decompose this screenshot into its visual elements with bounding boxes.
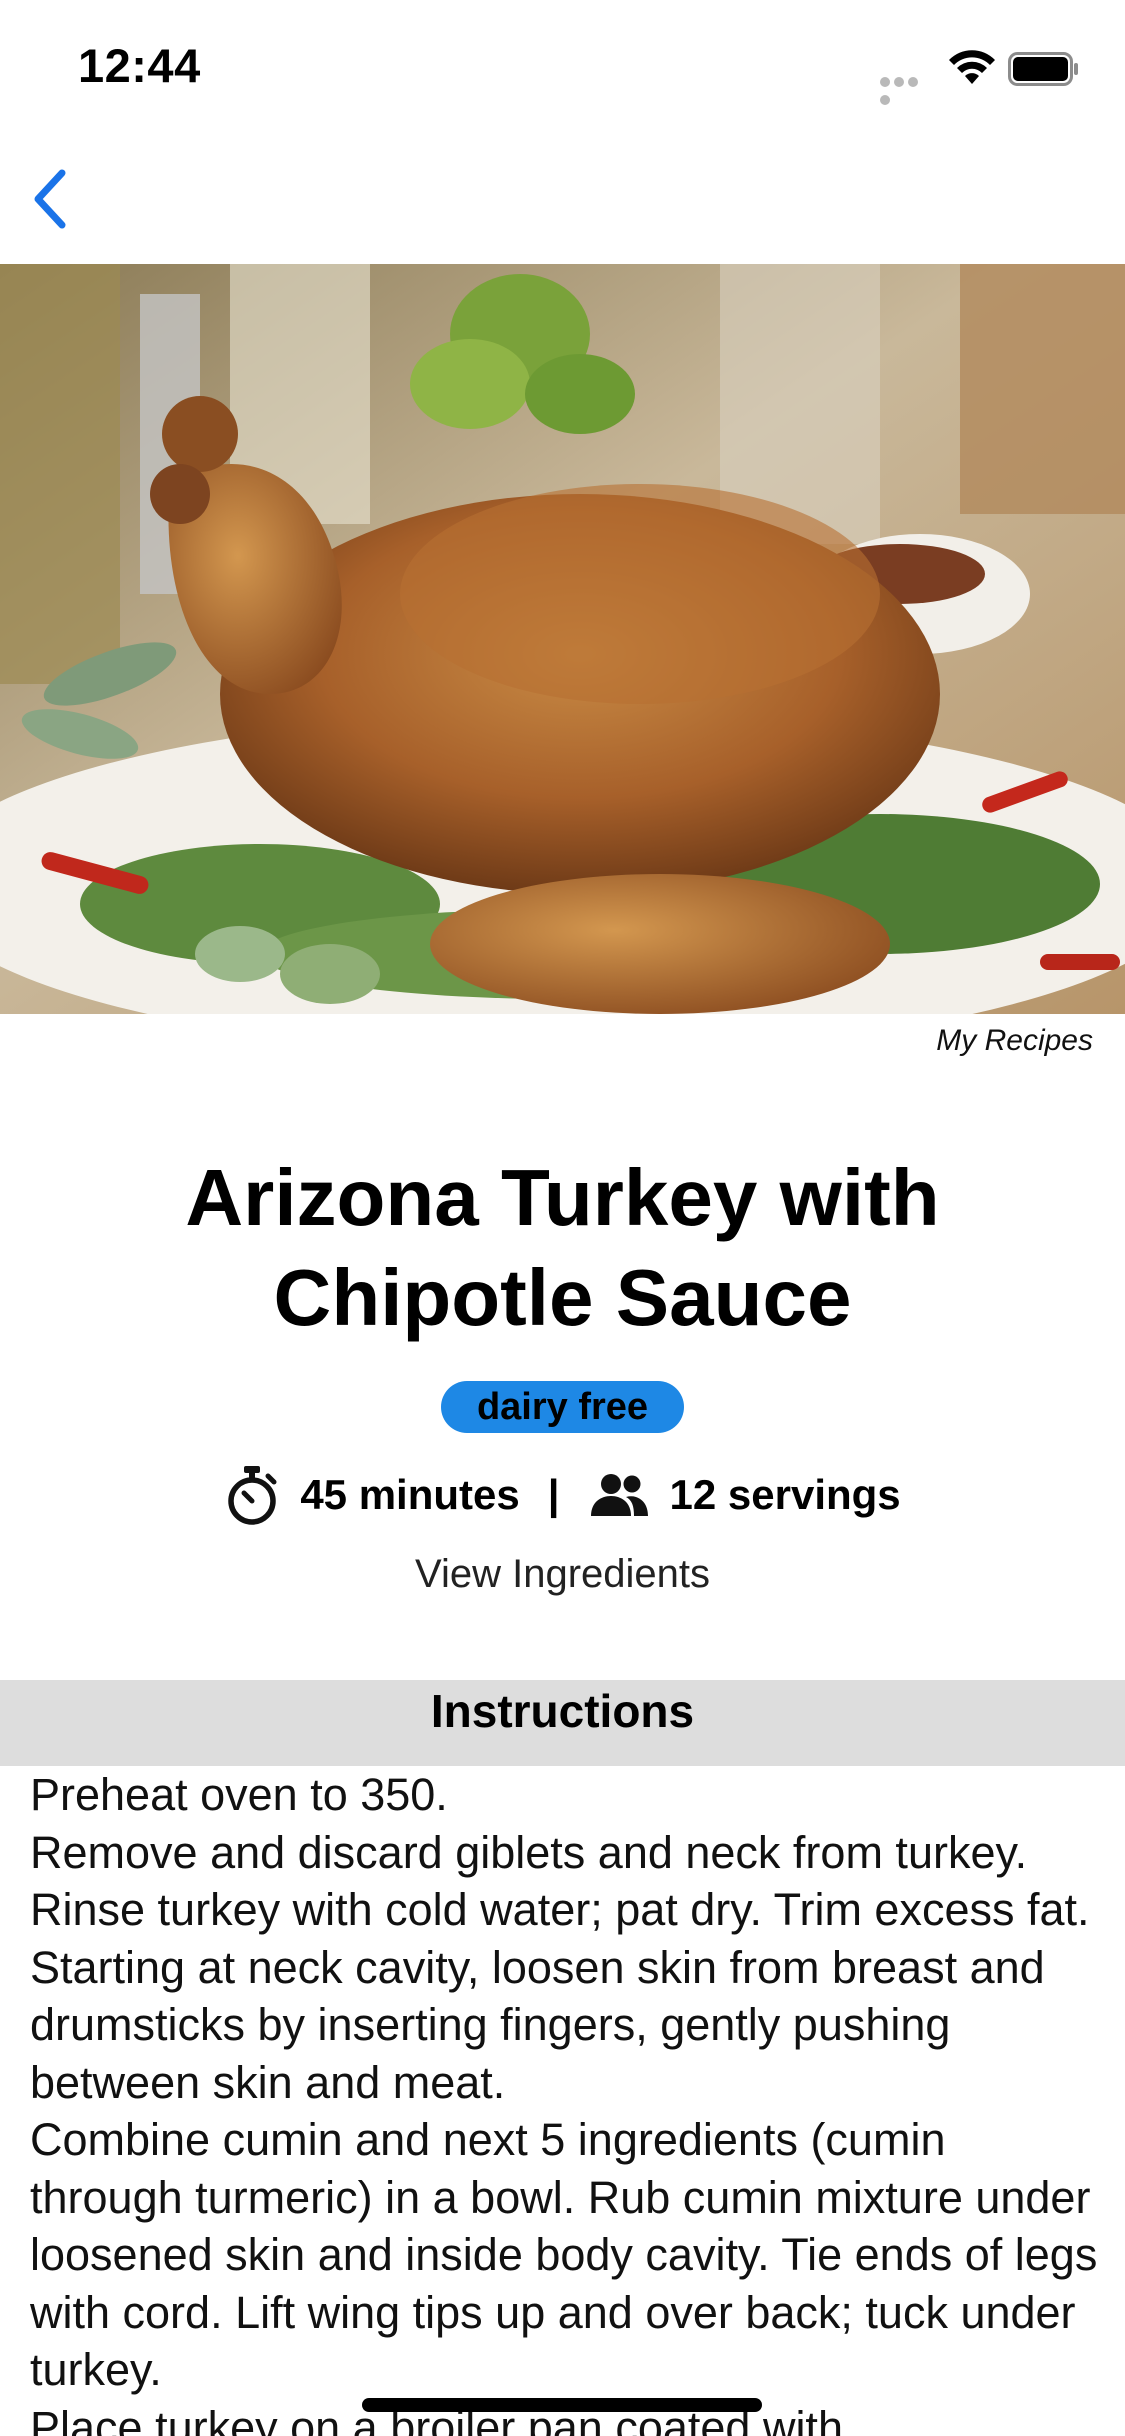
meta-separator: | bbox=[547, 1471, 560, 1518]
view-ingredients-button[interactable]: View Ingredients bbox=[0, 1552, 1125, 1597]
wifi-icon bbox=[949, 50, 995, 84]
instruction-step: Remove and discard giblets and neck from… bbox=[30, 1826, 1090, 2108]
instructions-text: Preheat oven to 350. Remove and discard … bbox=[30, 1766, 1100, 2436]
recipe-title: Arizona Turkey with Chipotle Sauce bbox=[185, 1153, 940, 1342]
home-indicator[interactable] bbox=[362, 2398, 762, 2412]
back-button[interactable] bbox=[20, 162, 80, 236]
servings: 12 servings bbox=[669, 1471, 901, 1518]
chevron-left-icon bbox=[34, 169, 66, 229]
stopwatch-icon bbox=[224, 1464, 280, 1526]
navigation-bar bbox=[0, 132, 1125, 264]
recipe-detail-screen: 12:44 My Recipes Arizona Turkey with Chi… bbox=[0, 0, 1125, 2436]
diet-badge: dairy free bbox=[440, 1381, 685, 1433]
people-icon bbox=[588, 1472, 650, 1518]
image-credit: My Recipes bbox=[936, 1024, 1093, 1057]
instructions-header: Instructions bbox=[0, 1680, 1125, 1766]
diet-badge-row: dairy free bbox=[0, 1381, 1125, 1433]
status-bar: 12:44 bbox=[0, 0, 1125, 132]
instruction-step: Preheat oven to 350. bbox=[30, 1769, 448, 1820]
recipe-image bbox=[0, 264, 1125, 1014]
signal-dots-icon bbox=[880, 74, 934, 105]
instruction-step: Combine cumin and next 5 ingredients (cu… bbox=[30, 2114, 1098, 2395]
recipe-meta: 45 minutes | 12 servings bbox=[0, 1460, 1125, 1530]
battery-icon bbox=[1008, 52, 1078, 86]
status-time: 12:44 bbox=[78, 39, 201, 92]
cook-time: 45 minutes bbox=[300, 1471, 520, 1518]
